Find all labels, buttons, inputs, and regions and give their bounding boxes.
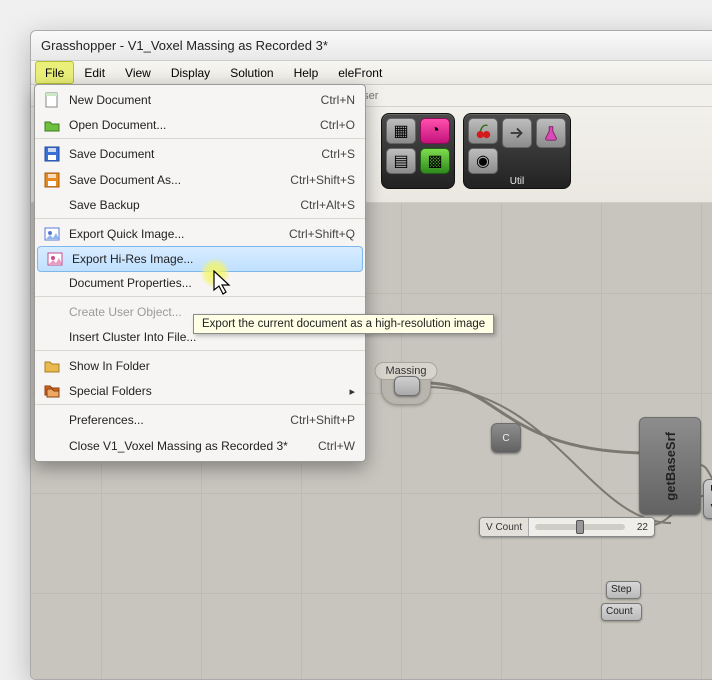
node-uv-out[interactable]: U V (703, 479, 712, 519)
slider-label: V Count (480, 518, 529, 536)
menu-item-label: Show In Folder (69, 359, 355, 373)
ribbon-group-1: ▦ ▤ ◔ ▩ (381, 113, 455, 189)
menu-item-shortcut (343, 384, 355, 398)
file-menu-item-1[interactable]: Open Document...Ctrl+O (35, 113, 365, 139)
file-menu-item-12[interactable]: Preferences...Ctrl+Shift+P (35, 407, 365, 433)
menu-item-label: Save Document (69, 147, 321, 161)
menu-edit[interactable]: Edit (74, 61, 115, 84)
slider-thumb[interactable] (576, 520, 584, 534)
saveas-icon (35, 171, 69, 189)
menubar: File Edit View Display Solution Help ele… (31, 61, 712, 85)
menu-item-label: Export Hi-Res Image... (72, 252, 352, 266)
file-menu-item-10[interactable]: Show In Folder (35, 353, 365, 379)
menu-file[interactable]: File (35, 61, 74, 84)
grid-icon: ▤ (393, 151, 408, 171)
ribbon-btn-b2[interactable]: ▩ (420, 148, 450, 174)
menu-item-label: Special Folders (69, 384, 343, 398)
ribbon-btn-flask[interactable] (536, 118, 566, 148)
open-icon (35, 116, 69, 134)
file-menu-item-6[interactable]: Export Hi-Res Image... (37, 246, 363, 272)
ribbon-btn-arrow[interactable] (502, 118, 532, 148)
file-menu-item-3[interactable]: Save Document As...Ctrl+Shift+S (35, 167, 365, 193)
slider-vcount[interactable]: V Count 22 (479, 517, 655, 537)
canvas-group-massing[interactable]: Massing (381, 363, 431, 405)
menu-item-shortcut: Ctrl+N (321, 93, 355, 107)
param-count[interactable]: Count (601, 603, 642, 621)
tool-icon: ▩ (427, 151, 442, 171)
window-title: Grasshopper - V1_Voxel Massing as Record… (31, 31, 712, 61)
menu-item-label: Preferences... (69, 413, 290, 427)
file-menu-item-13[interactable]: Close V1_Voxel Massing as Recorded 3*Ctr… (35, 433, 365, 459)
qimg-icon (35, 225, 69, 243)
arrow-right-icon (508, 124, 526, 142)
file-menu-dropdown: New DocumentCtrl+NOpen Document...Ctrl+O… (34, 84, 366, 462)
menu-item-shortcut: Ctrl+W (318, 439, 355, 453)
node-getbasesrf[interactable]: getBaseSrf (639, 417, 701, 515)
ribbon-group-util: ◉ (463, 113, 571, 189)
menu-item-shortcut: Ctrl+Shift+Q (289, 227, 355, 241)
menu-help[interactable]: Help (284, 61, 329, 84)
file-menu-item-0[interactable]: New DocumentCtrl+N (35, 87, 365, 113)
ribbon-btn-cherry[interactable] (468, 118, 498, 144)
slider-track[interactable] (535, 524, 625, 530)
doc-icon (35, 91, 69, 109)
node-port-c[interactable]: C (491, 423, 521, 453)
menu-item-label: Document Properties... (69, 276, 355, 290)
tooltip: Export the current document as a high-re… (193, 314, 494, 334)
menu-item-label: New Document (69, 93, 321, 107)
menu-item-shortcut: Ctrl+Shift+S (290, 173, 355, 187)
flask-icon (542, 124, 560, 142)
file-menu-item-11[interactable]: Special Folders (35, 379, 365, 405)
dot-icon: ◉ (476, 151, 490, 171)
menu-item-shortcut: Ctrl+Shift+P (290, 413, 355, 427)
param-step[interactable]: Step (606, 581, 641, 599)
menu-item-label: Export Quick Image... (69, 227, 289, 241)
menu-solution[interactable]: Solution (220, 61, 283, 84)
menu-display[interactable]: Display (161, 61, 220, 84)
file-menu-item-5[interactable]: Export Quick Image...Ctrl+Shift+Q (35, 221, 365, 247)
save-icon (35, 145, 69, 163)
port-label: C (502, 433, 509, 444)
menu-item-label: Save Document As... (69, 173, 290, 187)
ribbon-btn-a2[interactable]: ▤ (386, 148, 416, 174)
node-label: getBaseSrf (663, 432, 678, 501)
node-small[interactable] (394, 376, 420, 396)
ribbon-btn-a1[interactable]: ▦ (386, 118, 416, 144)
menu-view[interactable]: View (115, 61, 161, 84)
menu-item-label: Save Backup (69, 198, 300, 212)
file-menu-item-2[interactable]: Save DocumentCtrl+S (35, 141, 365, 167)
folders-icon (35, 382, 69, 400)
folder-icon (35, 357, 69, 375)
menu-item-label: Open Document... (69, 118, 320, 132)
menu-item-label: Close V1_Voxel Massing as Recorded 3* (69, 439, 318, 453)
menu-item-shortcut: Ctrl+Alt+S (300, 198, 355, 212)
tool-icon: ◔ (430, 122, 440, 140)
grid-icon: ▦ (393, 121, 408, 141)
himg-icon (38, 250, 72, 268)
file-menu-item-7[interactable]: Document Properties... (35, 271, 365, 297)
menu-item-shortcut: Ctrl+S (321, 147, 355, 161)
menu-item-shortcut: Ctrl+O (320, 118, 355, 132)
ribbon-btn-b1[interactable]: ◔ (420, 118, 450, 144)
cherry-icon (474, 122, 492, 140)
ribbon-btn-dot[interactable]: ◉ (468, 148, 498, 174)
menu-elefront[interactable]: eleFront (328, 61, 392, 84)
slider-value: 22 (631, 522, 654, 533)
file-menu-item-4[interactable]: Save BackupCtrl+Alt+S (35, 193, 365, 219)
